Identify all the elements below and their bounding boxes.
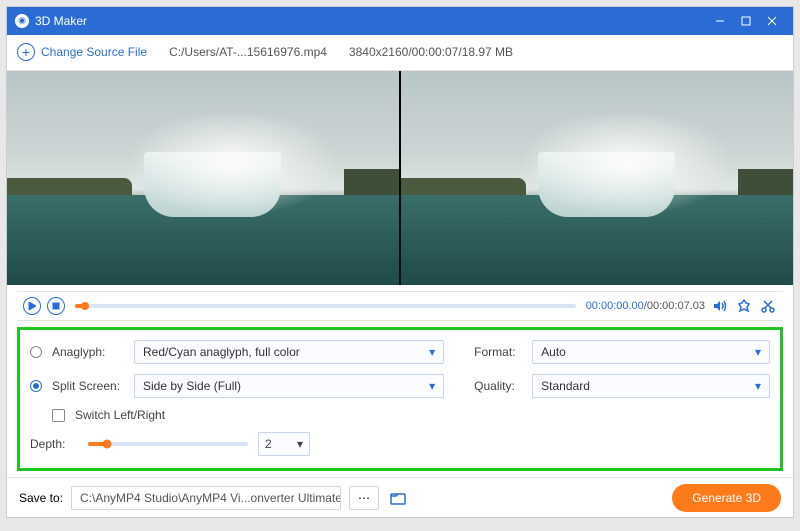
depth-slider[interactable]: [88, 442, 248, 446]
change-source-button[interactable]: + Change Source File: [17, 43, 147, 61]
cut-icon[interactable]: [759, 297, 777, 315]
anaglyph-select[interactable]: Red/Cyan anaglyph, full color▾: [134, 340, 444, 364]
window-title: 3D Maker: [35, 14, 87, 28]
chevron-down-icon: ▾: [429, 345, 435, 359]
preview-right-pane: [401, 71, 793, 286]
chevron-down-icon: ▾: [297, 437, 303, 451]
top-toolbar: + Change Source File C:/Users/AT-...1561…: [7, 35, 793, 71]
save-path-field[interactable]: C:\AnyMP4 Studio\AnyMP4 Vi...onverter Ul…: [71, 486, 341, 510]
stop-button[interactable]: [47, 297, 65, 315]
preview-left-pane: [7, 71, 399, 286]
anaglyph-label: Anaglyph:: [52, 345, 124, 359]
video-preview: [7, 71, 793, 286]
save-to-label: Save to:: [19, 491, 63, 505]
browse-button[interactable]: ⋯: [349, 486, 379, 510]
open-folder-icon[interactable]: [387, 487, 409, 509]
chevron-down-icon: ▾: [755, 345, 761, 359]
format-label: Format:: [474, 345, 522, 359]
switch-lr-label: Switch Left/Right: [75, 408, 165, 422]
anaglyph-radio[interactable]: [30, 346, 42, 358]
title-bar: ◉ 3D Maker: [7, 7, 793, 35]
seek-bar[interactable]: [75, 304, 576, 308]
split-screen-label: Split Screen:: [52, 379, 124, 393]
change-source-label: Change Source File: [41, 45, 147, 59]
split-screen-radio[interactable]: [30, 380, 42, 392]
format-select[interactable]: Auto▾: [532, 340, 770, 364]
plus-icon: +: [17, 43, 35, 61]
app-icon: ◉: [15, 14, 29, 28]
play-button[interactable]: [23, 297, 41, 315]
quality-label: Quality:: [474, 379, 522, 393]
close-button[interactable]: [759, 11, 785, 31]
app-window: ◉ 3D Maker + Change Source File C:/Users…: [6, 6, 794, 518]
chevron-down-icon: ▾: [429, 379, 435, 393]
source-file-path: C:/Users/AT-...15616976.mp4: [169, 45, 327, 59]
depth-value-select[interactable]: 2▾: [258, 432, 310, 456]
quality-select[interactable]: Standard▾: [532, 374, 770, 398]
volume-icon[interactable]: [711, 297, 729, 315]
source-file-meta: 3840x2160/00:00:07/18.97 MB: [349, 45, 513, 59]
maximize-button[interactable]: [733, 11, 759, 31]
split-screen-select[interactable]: Side by Side (Full)▾: [134, 374, 444, 398]
generate-3d-button[interactable]: Generate 3D: [672, 484, 781, 512]
player-controls: 00:00:00.00/00:00:07.03: [17, 291, 783, 321]
switch-lr-checkbox[interactable]: [52, 409, 65, 422]
bottom-bar: Save to: C:\AnyMP4 Studio\AnyMP4 Vi...on…: [7, 477, 793, 517]
chevron-down-icon: ▾: [755, 379, 761, 393]
snapshot-icon[interactable]: [735, 297, 753, 315]
settings-panel: Anaglyph: Red/Cyan anaglyph, full color▾…: [17, 327, 783, 471]
playback-time: 00:00:00.00/00:00:07.03: [586, 300, 705, 312]
depth-label: Depth:: [30, 437, 78, 451]
minimize-button[interactable]: [707, 11, 733, 31]
